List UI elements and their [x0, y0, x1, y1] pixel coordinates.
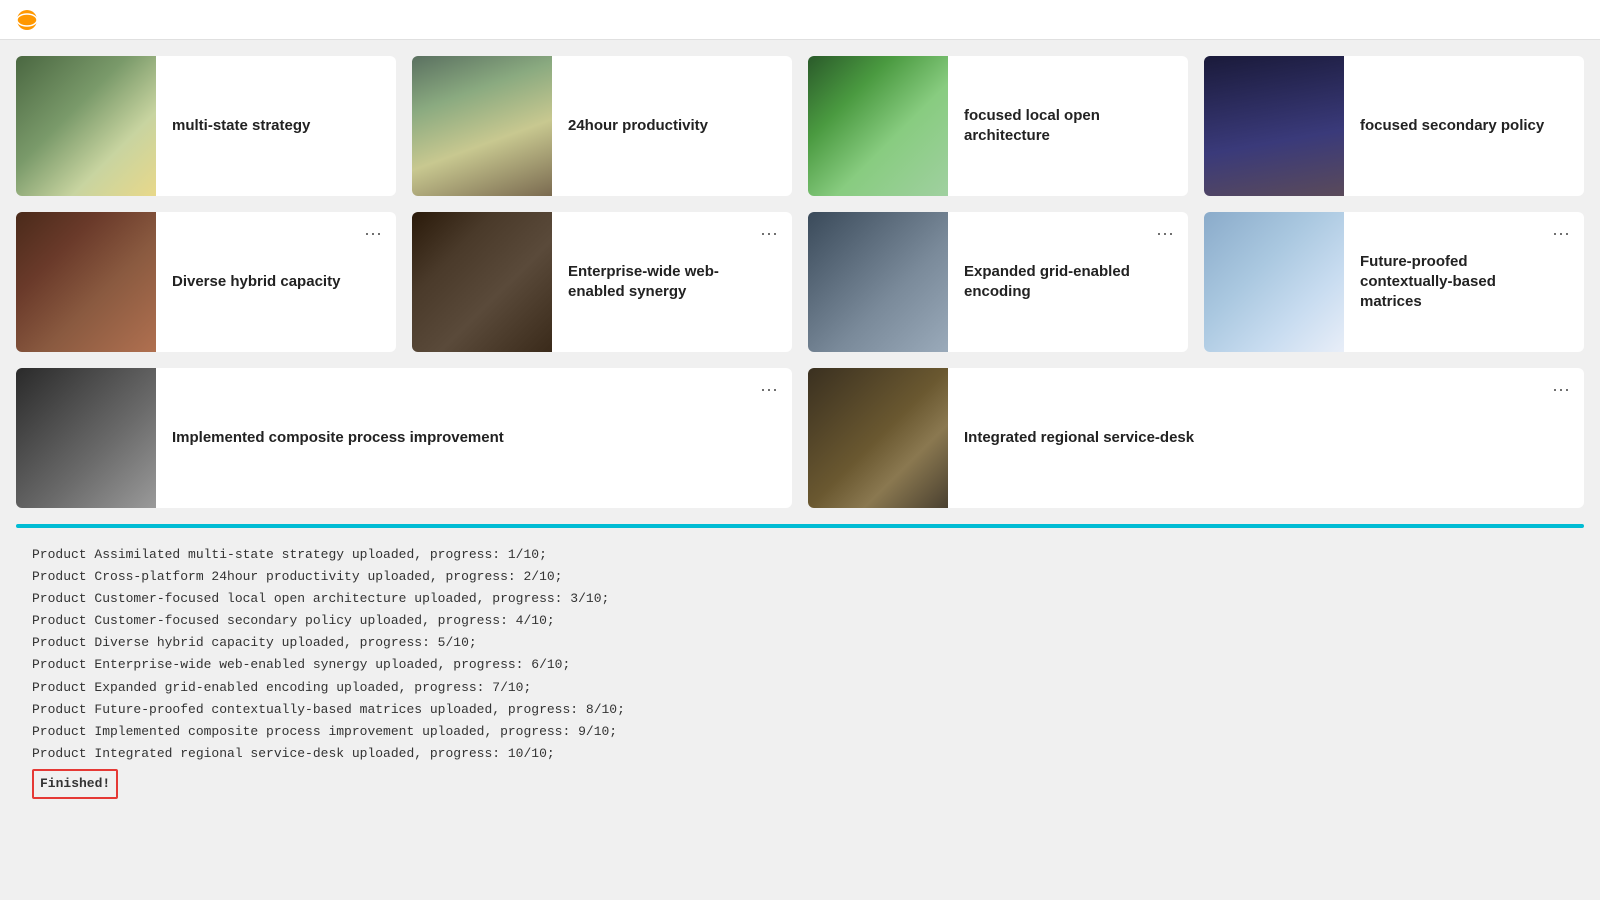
card-title: Enterprise-wide web-enabled synergy [568, 263, 719, 300]
log-line: Product Diverse hybrid capacity uploaded… [32, 632, 1568, 654]
card-image [808, 212, 948, 352]
card-image [16, 368, 156, 508]
log-line: Product Assimilated multi-state strategy… [32, 544, 1568, 566]
finished-badge: Finished! [32, 769, 118, 799]
log-line: Product Cross-platform 24hour productivi… [32, 566, 1568, 588]
card-card-3[interactable]: focused local open architecture [808, 56, 1188, 196]
card-body: Enterprise-wide web-enabled synergy [552, 250, 792, 315]
main-content: multi-state strategy 24hour productivity f… [0, 40, 1600, 831]
card-card-2[interactable]: 24hour productivity [412, 56, 792, 196]
log-line: Product Enterprise-wide web-enabled syne… [32, 654, 1568, 676]
card-image [1204, 56, 1344, 196]
card-card-7[interactable]: Expanded grid-enabled encoding ⋯ [808, 212, 1188, 352]
log-line: Product Customer-focused local open arch… [32, 588, 1568, 610]
card-body: focused secondary policy [1344, 104, 1584, 148]
card-body: Integrated regional service-desk [948, 416, 1584, 460]
card-card-9[interactable]: Implemented composite process improvemen… [16, 368, 792, 508]
card-body: focused local open architecture [948, 94, 1188, 159]
card-image [808, 56, 948, 196]
card-title: Future-proofed contextually-based matric… [1360, 253, 1496, 311]
card-image [808, 368, 948, 508]
card-menu-button[interactable]: ⋯ [1548, 378, 1574, 403]
card-image [412, 56, 552, 196]
app-logo-icon [16, 9, 38, 31]
log-line: Product Implemented composite process im… [32, 721, 1568, 743]
card-image [16, 212, 156, 352]
card-image [412, 212, 552, 352]
card-menu-button[interactable]: ⋯ [756, 378, 782, 403]
card-menu-button[interactable]: ⋯ [360, 222, 386, 247]
card-body: Diverse hybrid capacity [156, 260, 396, 304]
card-card-8[interactable]: Future-proofed contextually-based matric… [1204, 212, 1584, 352]
log-line: Product Future-proofed contextually-base… [32, 699, 1568, 721]
cards-row-1: multi-state strategy 24hour productivity f… [16, 56, 1584, 196]
card-title: 24hour productivity [568, 117, 708, 134]
card-image [1204, 212, 1344, 352]
card-body: Expanded grid-enabled encoding [948, 250, 1188, 315]
card-body: Future-proofed contextually-based matric… [1344, 240, 1584, 325]
card-image [16, 56, 156, 196]
log-line: Product Customer-focused secondary polic… [32, 610, 1568, 632]
title-bar-left [16, 9, 46, 31]
card-menu-button[interactable]: ⋯ [1152, 222, 1178, 247]
cards-row-3: Implemented composite process improvemen… [16, 368, 1584, 508]
card-card-1[interactable]: multi-state strategy [16, 56, 396, 196]
cards-row-2: Diverse hybrid capacity⋯Enterprise-wide … [16, 212, 1584, 352]
log-line: Product Expanded grid-enabled encoding u… [32, 677, 1568, 699]
card-card-5[interactable]: Diverse hybrid capacity ⋯ [16, 212, 396, 352]
card-title: focused local open architecture [964, 107, 1100, 144]
progress-divider [16, 524, 1584, 528]
title-bar [0, 0, 1600, 40]
card-menu-button[interactable]: ⋯ [1548, 222, 1574, 247]
card-card-10[interactable]: Integrated regional service-desk ⋯ [808, 368, 1584, 508]
card-menu-button[interactable]: ⋯ [756, 222, 782, 247]
card-body: multi-state strategy [156, 104, 396, 148]
log-area: Product Assimilated multi-state strategy… [16, 536, 1584, 815]
card-title: multi-state strategy [172, 117, 310, 134]
card-title: focused secondary policy [1360, 117, 1544, 134]
card-title: Implemented composite process improvemen… [172, 429, 504, 446]
card-body: Implemented composite process improvemen… [156, 416, 792, 460]
card-title: Expanded grid-enabled encoding [964, 263, 1130, 300]
card-body: 24hour productivity [552, 104, 792, 148]
card-title: Integrated regional service-desk [964, 429, 1194, 446]
card-title: Diverse hybrid capacity [172, 273, 340, 290]
card-card-4[interactable]: focused secondary policy [1204, 56, 1584, 196]
card-card-6[interactable]: Enterprise-wide web-enabled synergy ⋯ [412, 212, 792, 352]
log-line: Product Integrated regional service-desk… [32, 743, 1568, 765]
